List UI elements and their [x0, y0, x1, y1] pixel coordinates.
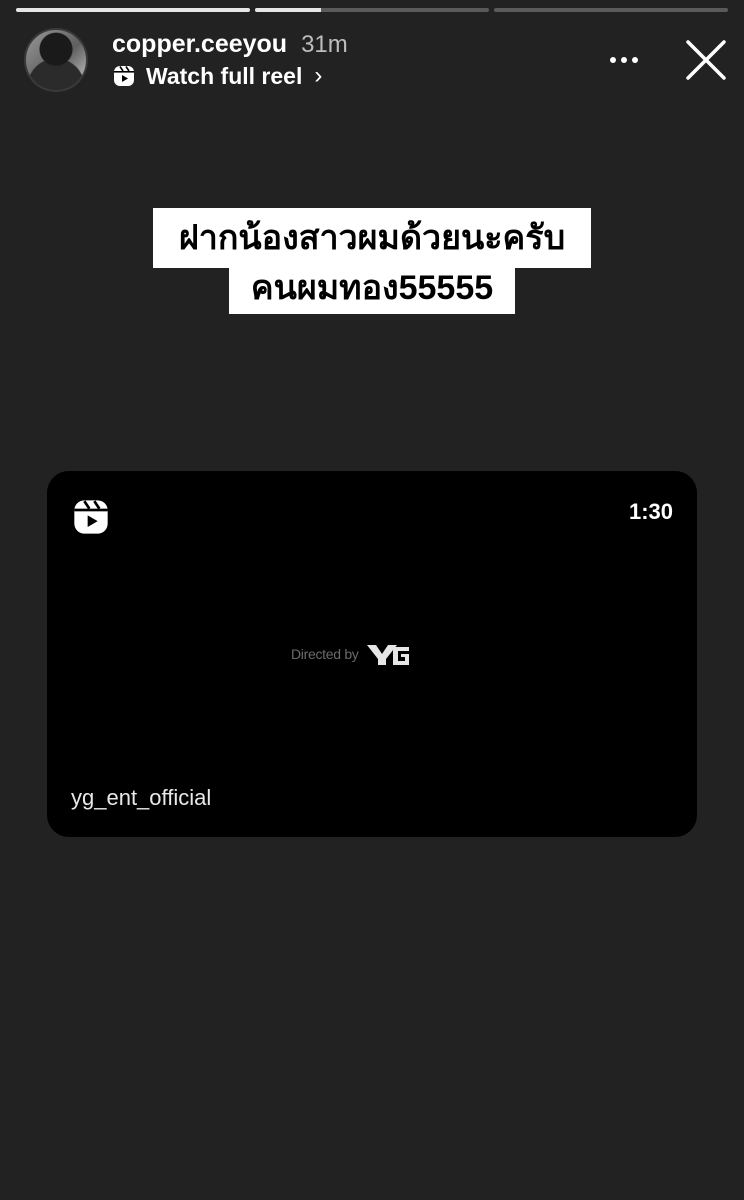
progress-fill	[255, 8, 321, 12]
chevron-right-icon: ›	[314, 62, 323, 89]
caption-line-1: ฝากน้องสาวผมด้วยนะครับ	[152, 208, 592, 268]
story-progress	[16, 8, 728, 12]
story-viewer: copper.ceeyou 31m Watch full reel › ฝากน…	[0, 0, 744, 1200]
user-line: copper.ceeyou 31m	[112, 30, 348, 59]
caption-line-2: คนผมทอง55555	[228, 262, 516, 314]
more-dot	[621, 57, 627, 63]
more-dot	[632, 57, 638, 63]
more-options-button[interactable]	[604, 46, 644, 74]
progress-segment	[494, 8, 728, 12]
directed-by-credit: Directed by	[291, 641, 411, 667]
avatar[interactable]	[24, 28, 88, 92]
story-header: copper.ceeyou 31m Watch full reel ›	[24, 28, 728, 92]
watch-full-reel-link[interactable]: Watch full reel ›	[112, 62, 322, 90]
directed-by-label: Directed by	[291, 646, 359, 662]
story-caption: ฝากน้องสาวผมด้วยนะครับ คนผมทอง55555	[0, 208, 744, 314]
close-icon[interactable]	[684, 38, 728, 82]
shared-reel-card[interactable]: 1:30 Directed by yg_ent_official	[47, 471, 697, 837]
watch-full-reel-label: Watch full reel	[146, 62, 303, 89]
post-time: 31m	[301, 31, 348, 58]
reel-duration: 1:30	[628, 499, 673, 524]
reel-account-name: yg_ent_official	[71, 785, 212, 810]
reels-icon	[114, 66, 134, 86]
progress-fill	[16, 8, 250, 12]
reels-icon	[74, 500, 108, 534]
progress-segment	[16, 8, 250, 12]
progress-segment	[255, 8, 489, 12]
yg-logo-icon	[366, 645, 409, 665]
more-dot	[610, 57, 616, 63]
username[interactable]: copper.ceeyou	[112, 30, 287, 59]
